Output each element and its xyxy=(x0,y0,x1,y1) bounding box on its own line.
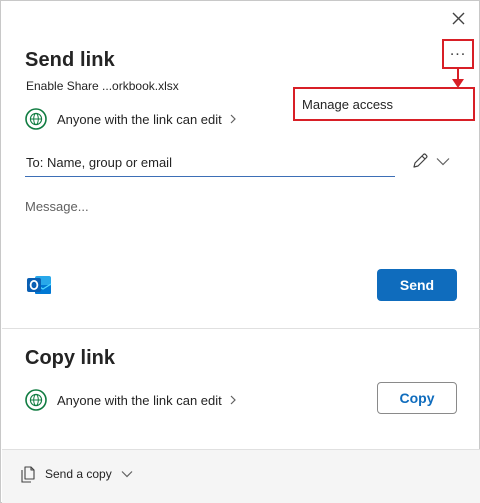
send-a-copy-label: Send a copy xyxy=(45,467,112,481)
chevron-down-icon xyxy=(121,471,133,478)
chevron-down-icon xyxy=(436,157,450,165)
send-link-permission-label: Anyone with the link can edit xyxy=(57,111,222,127)
manage-access-label: Manage access xyxy=(302,96,394,112)
globe-icon xyxy=(25,108,47,130)
send-link-title: Send link xyxy=(25,49,115,71)
send-button[interactable]: Send xyxy=(377,269,457,301)
message-input[interactable] xyxy=(25,199,455,249)
send-a-copy-button[interactable]: Send a copy xyxy=(21,463,133,485)
permission-dropdown-button[interactable] xyxy=(435,154,451,168)
close-button[interactable] xyxy=(445,5,471,31)
copy-link-title: Copy link xyxy=(25,347,116,369)
edit-permission-button[interactable] xyxy=(409,151,431,171)
more-options-button[interactable]: ... xyxy=(442,39,474,69)
document-copy-icon xyxy=(21,465,35,483)
file-name: Enable Share ...orkbook.xlsx xyxy=(26,79,179,93)
chevron-right-icon xyxy=(230,395,236,405)
close-icon xyxy=(452,12,464,24)
copy-button[interactable]: Copy xyxy=(377,382,457,414)
pencil-icon xyxy=(413,153,428,168)
copy-link-permission-button[interactable]: Anyone with the link can edit xyxy=(25,388,237,412)
globe-icon xyxy=(25,389,47,411)
more-options-icon: ... xyxy=(449,42,467,59)
chevron-right-icon xyxy=(230,114,236,124)
outlook-icon xyxy=(27,276,52,294)
copy-link-permission-label: Anyone with the link can edit xyxy=(57,392,222,408)
send-link-permission-button[interactable]: Anyone with the link can edit xyxy=(25,107,237,131)
manage-access-menu-item[interactable]: Manage access xyxy=(293,87,475,121)
section-divider xyxy=(2,328,480,329)
share-dialog: Send link Enable Share ...orkbook.xlsx .… xyxy=(0,0,480,503)
recipients-input[interactable] xyxy=(25,149,395,177)
footer-divider xyxy=(2,449,480,450)
